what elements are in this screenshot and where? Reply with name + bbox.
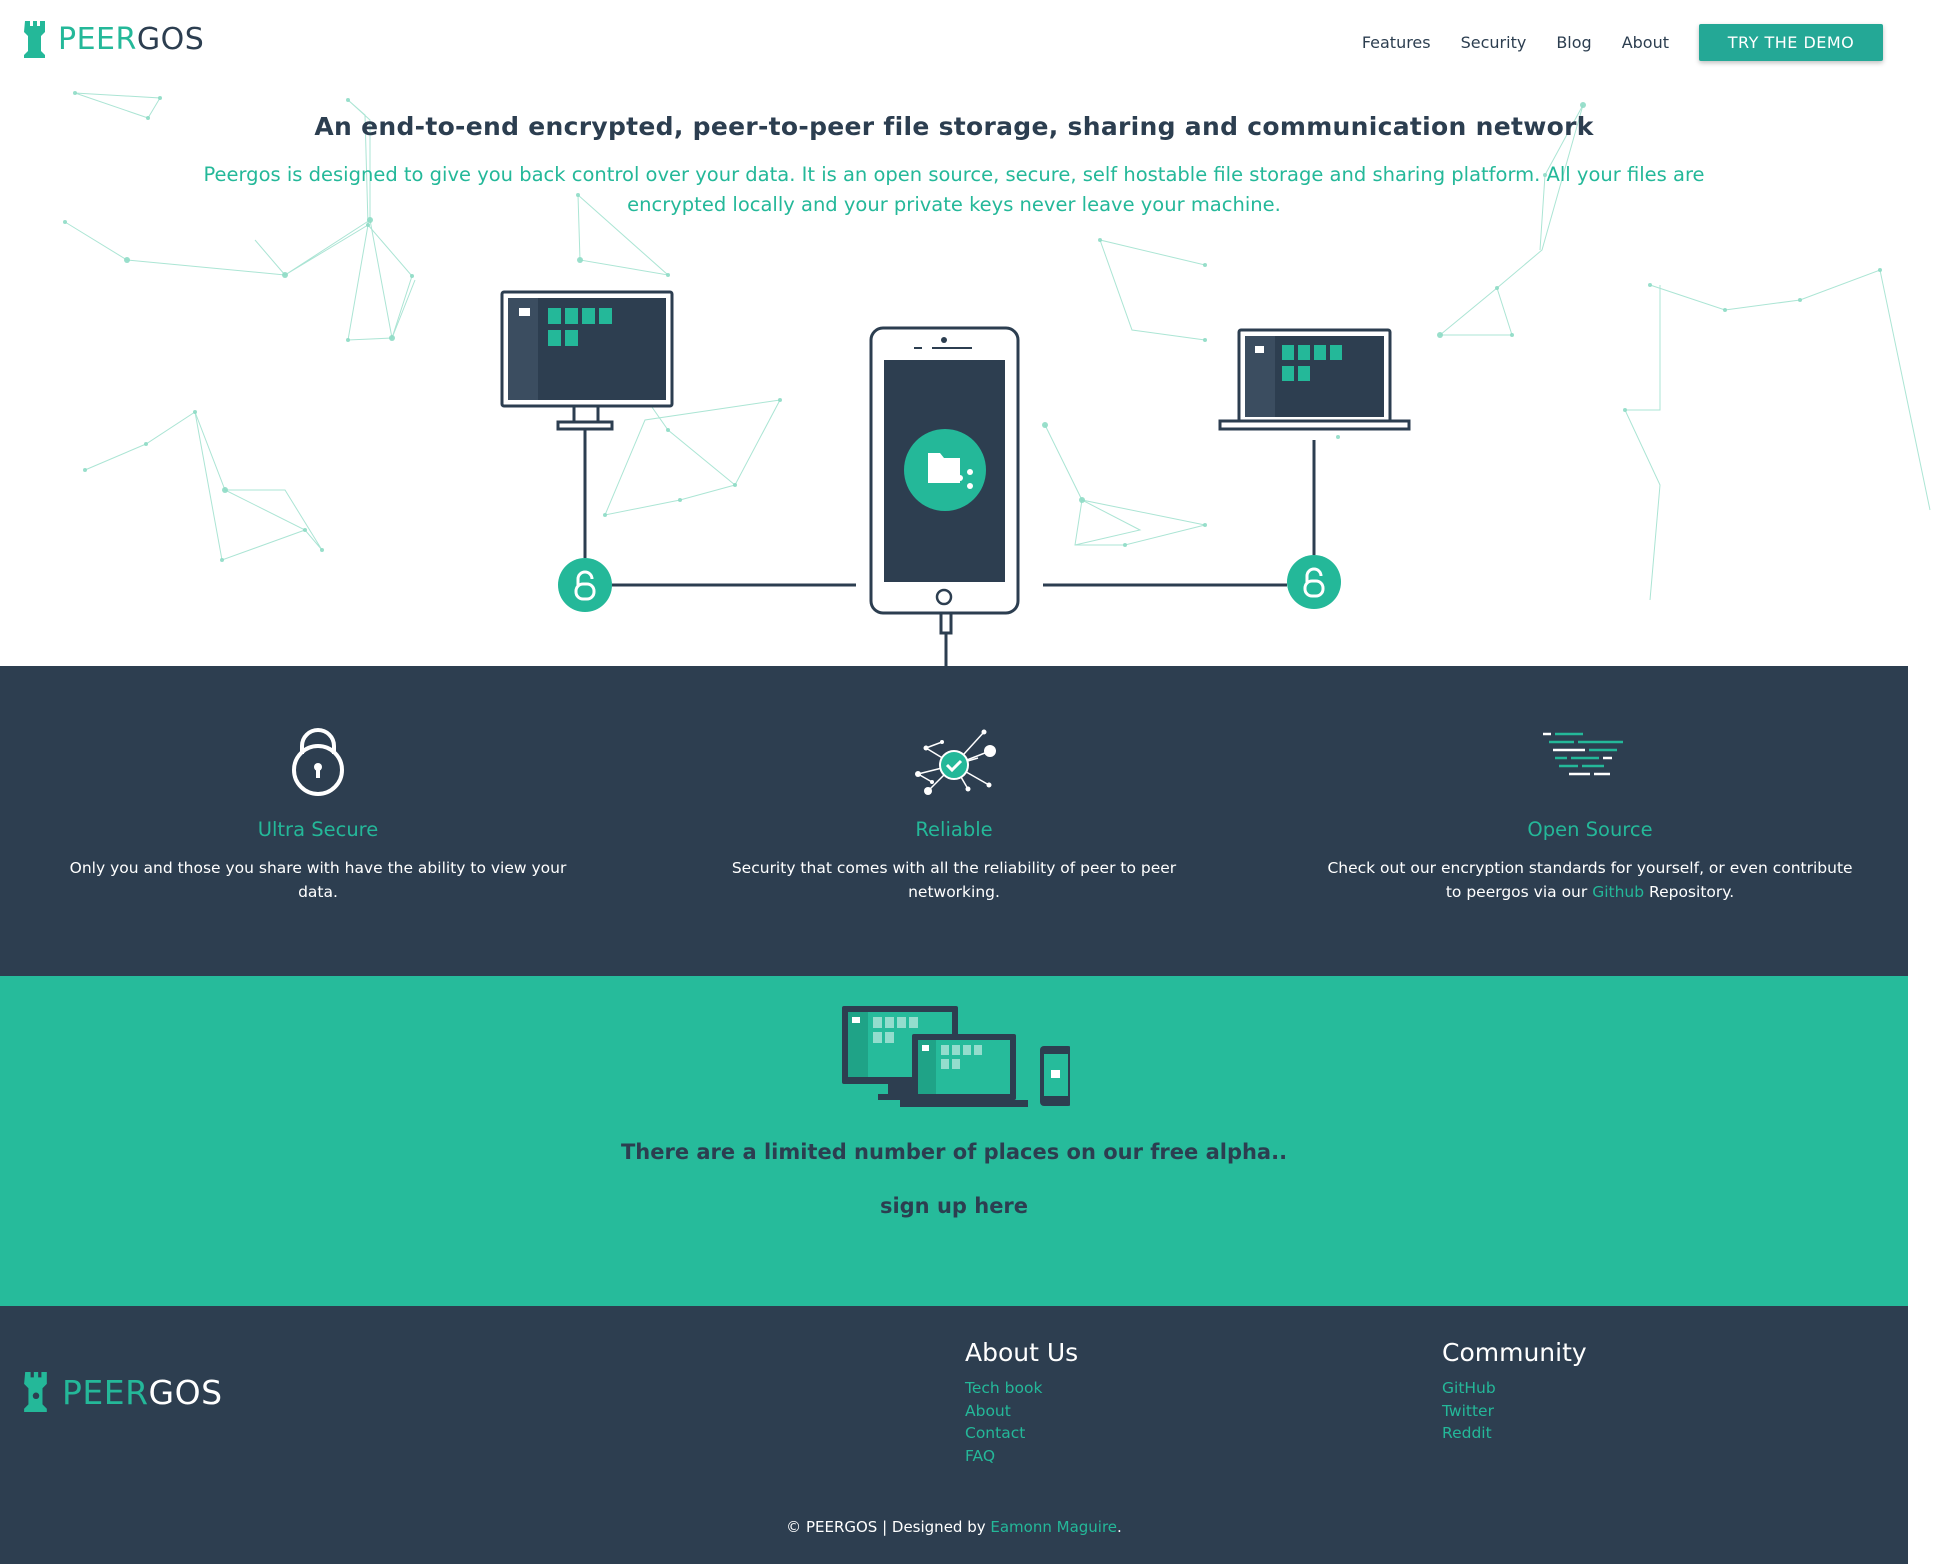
nav-features[interactable]: Features [1362, 33, 1431, 52]
feature-description: Security that comes with all the reliabi… [731, 859, 1177, 901]
code-lines-icon [1543, 732, 1623, 776]
footer-link-twitter[interactable]: Twitter [1442, 1400, 1587, 1423]
copyright-line: © PEERGOS | Designed by Eamonn Maguire. [0, 1518, 1908, 1536]
designer-link[interactable]: Eamonn Maguire [990, 1518, 1117, 1536]
feature-title: Ultra Secure [257, 818, 379, 841]
brand-part-1: PEER [62, 1372, 149, 1412]
devices-illustration [500, 290, 1411, 666]
footer-wordmark: PEERGOS [62, 1373, 223, 1412]
brand-logo[interactable]: PEERGOS [24, 18, 204, 60]
brand-part-2: GOS [136, 21, 205, 57]
rook-logo-icon [24, 20, 45, 58]
feature-description-text: Check out our encryption standards for y… [1327, 859, 1853, 901]
brand-part-2: GOS [148, 1372, 223, 1412]
footer-link-contact[interactable]: Contact [965, 1422, 1078, 1445]
nav-security[interactable]: Security [1461, 33, 1527, 52]
footer-link-reddit[interactable]: Reddit [1442, 1422, 1587, 1445]
footer-link-about[interactable]: About [965, 1400, 1078, 1423]
footer-link-faq[interactable]: FAQ [965, 1445, 1078, 1468]
signup-section: There are a limited number of places on … [0, 976, 1908, 1306]
footer: PEERGOS About Us Tech book About Contact… [0, 1306, 1908, 1564]
laptop-icon [1218, 328, 1411, 431]
signup-link[interactable]: sign up here [0, 1194, 1908, 1218]
phone-icon [869, 326, 1020, 635]
brand-part-1: PEER [58, 21, 137, 57]
footer-link-tech-book[interactable]: Tech book [965, 1377, 1078, 1400]
copyright-text: © PEERGOS | Designed by [786, 1518, 991, 1536]
top-navbar: PEERGOS Features Security Blog About TRY… [0, 0, 1933, 90]
feature-description: Check out our encryption standards for y… [1327, 856, 1853, 904]
hero-section: An end-to-end encrypted, peer-to-peer fi… [0, 0, 1933, 666]
devices-group-icon [842, 1006, 1070, 1107]
padlock-icon [292, 728, 344, 796]
nav-about[interactable]: About [1622, 33, 1669, 52]
feature-title: Open Source [1527, 818, 1653, 841]
nav-blog[interactable]: Blog [1556, 33, 1591, 52]
brand-wordmark: PEERGOS [58, 22, 204, 57]
feature-description: Only you and those you share with have t… [69, 859, 567, 901]
page-right-margin [1908, 666, 1933, 1564]
desktop-monitor-icon [500, 290, 674, 431]
signup-message: There are a limited number of places on … [620, 1140, 1288, 1164]
footer-community-title: Community [1442, 1338, 1587, 1367]
features-section: Ultra Secure Only you and those you shar… [0, 666, 1908, 976]
footer-community-column: Community GitHub Twitter Reddit [1442, 1338, 1587, 1445]
rook-logo-icon [24, 1372, 47, 1412]
try-demo-button[interactable]: TRY THE DEMO [1699, 24, 1883, 61]
github-repo-link[interactable]: Github [1592, 883, 1644, 901]
footer-about-column: About Us Tech book About Contact FAQ [965, 1338, 1078, 1467]
feature-description-text-end: Repository. [1644, 883, 1735, 901]
footer-link-github[interactable]: GitHub [1442, 1377, 1587, 1400]
copyright-suffix: . [1117, 1518, 1122, 1536]
feature-title: Reliable [915, 818, 993, 841]
lock-node-right-icon [1287, 555, 1341, 609]
footer-about-title: About Us [965, 1338, 1079, 1367]
main-nav: Features Security Blog About TRY THE DEM… [1362, 24, 1883, 61]
lock-node-left-icon [558, 558, 612, 612]
network-check-icon [915, 729, 996, 795]
footer-brand-logo[interactable]: PEERGOS [24, 1372, 223, 1412]
